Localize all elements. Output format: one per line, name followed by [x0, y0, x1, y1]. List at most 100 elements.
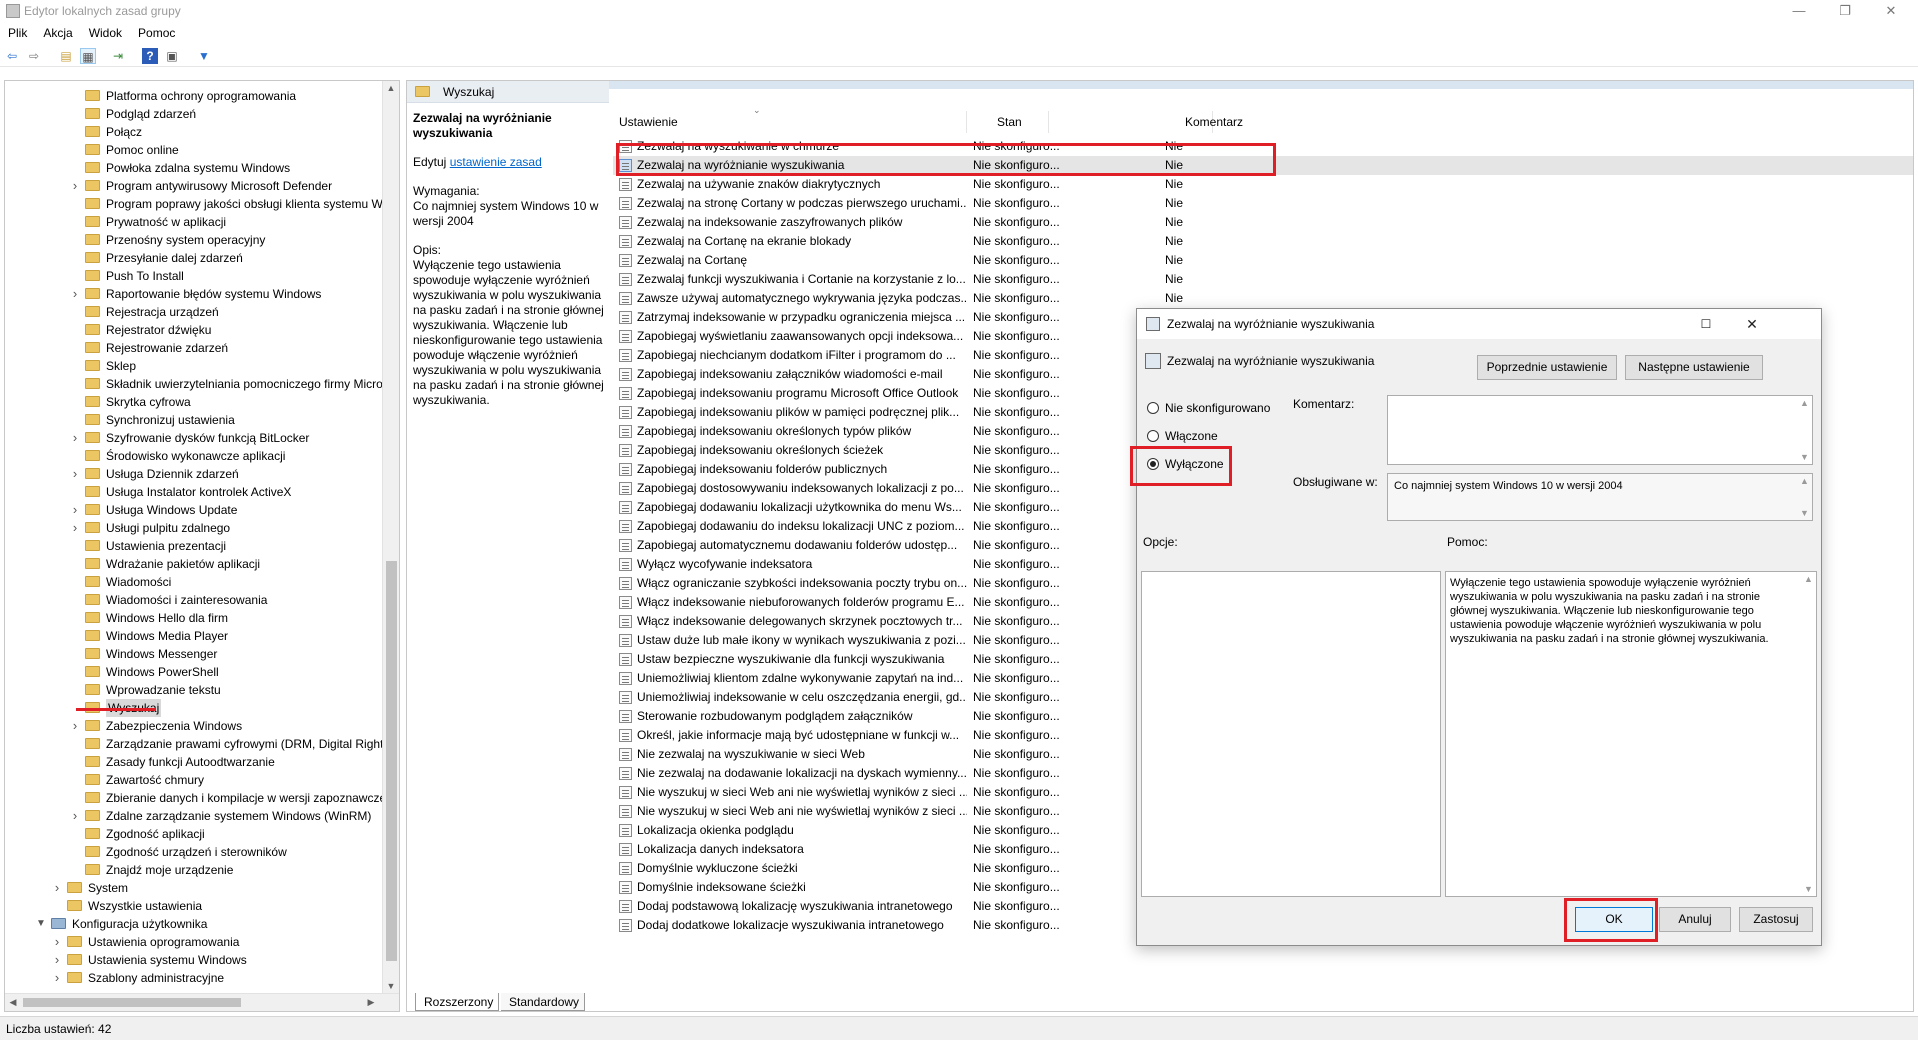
chevron-right-icon[interactable]: › [69, 465, 81, 483]
chevron-right-icon[interactable]: › [69, 807, 81, 825]
menu-view[interactable]: Widok [81, 24, 130, 42]
filter-icon[interactable]: ▼ [196, 48, 212, 64]
tree-item[interactable]: Zgodność urządzeń i sterowników [85, 843, 287, 861]
column-header-setting[interactable]: Ustawienie [613, 111, 967, 133]
help-scrollbar[interactable]: ▲ ▼ [1801, 572, 1816, 896]
close-button[interactable]: ✕ [1868, 0, 1914, 22]
scroll-down-icon[interactable]: ▼ [1801, 884, 1816, 894]
tree-item[interactable]: › Usługa Windows Update [73, 501, 238, 519]
scroll-up-icon[interactable]: ▲ [1801, 574, 1816, 584]
scroll-thumb[interactable] [386, 561, 397, 961]
column-header-comment[interactable]: Komentarz [1049, 111, 1243, 133]
tree-item[interactable]: ▼ Konfiguracja użytkownika [36, 915, 207, 933]
up-folder-icon[interactable]: ▤ [58, 48, 74, 64]
table-row[interactable]: Zawsze używaj automatycznego wykrywania … [613, 289, 1913, 308]
tree-item[interactable]: Zgodność aplikacji [85, 825, 205, 843]
chevron-right-icon[interactable]: › [69, 429, 81, 447]
cancel-button[interactable]: Anuluj [1659, 907, 1731, 932]
tree-item[interactable]: Usługa Instalator kontrolek ActiveX [85, 483, 291, 501]
forward-arrow-icon[interactable]: ⇨ [26, 48, 42, 64]
tree-vertical-scrollbar[interactable]: ▲ ▼ [382, 81, 399, 993]
tree-item[interactable]: › Raportowanie błędów systemu Windows [73, 285, 322, 303]
tree-item[interactable]: Rejestrator dźwięku [85, 321, 211, 339]
tree-item[interactable]: Składnik uwierzytelniania pomocniczego f… [85, 375, 383, 393]
menu-file[interactable]: Plik [0, 24, 35, 42]
comment-scrollbar[interactable]: ▲ ▼ [1797, 396, 1812, 464]
minimize-button[interactable]: — [1776, 0, 1822, 22]
table-row[interactable]: Zezwalaj na używanie znaków diakrytyczny… [613, 175, 1913, 194]
scroll-up-icon[interactable]: ▲ [383, 83, 399, 93]
tree-item[interactable]: Połącz [85, 123, 142, 141]
tree-item[interactable]: › Program antywirusowy Microsoft Defender [73, 177, 332, 195]
table-row[interactable]: Zezwalaj na Cortanę Nie skonfiguro... Nie [613, 251, 1913, 270]
tree-horizontal-scrollbar[interactable]: ◀ ▶ [5, 993, 399, 1011]
supported-scrollbar[interactable]: ▲ ▼ [1797, 474, 1812, 520]
tree-item[interactable]: › Usługi pulpitu zdalnego [73, 519, 230, 537]
table-row[interactable]: Zezwalaj na stronę Cortany w podczas pie… [613, 194, 1913, 213]
tree-item[interactable]: Wiadomości [85, 573, 171, 591]
scroll-right-icon[interactable]: ▶ [363, 997, 379, 1008]
chevron-right-icon[interactable]: › [51, 933, 63, 951]
tree-item[interactable]: Pomoc online [85, 141, 179, 159]
tree-item[interactable]: Zasady funkcji Autoodtwarzanie [85, 753, 275, 771]
tree-item[interactable]: Windows Messenger [85, 645, 217, 663]
tree-item[interactable]: Skrytka cyfrowa [85, 393, 191, 411]
tree-panel[interactable]: Platforma ochrony oprogramowania Podgląd … [4, 80, 400, 1012]
tree-item[interactable]: Synchronizuj ustawienia [85, 411, 235, 429]
tree-item[interactable]: Zawartość chmury [85, 771, 204, 789]
comment-field[interactable]: ▲ ▼ [1387, 395, 1813, 465]
radio-not-configured[interactable]: Nie skonfigurowano [1147, 399, 1277, 417]
tree-item[interactable]: › Ustawienia oprogramowania [55, 933, 240, 951]
tree-item[interactable]: Wdrażanie pakietów aplikacji [85, 555, 260, 573]
tree-item[interactable]: Windows Media Player [85, 627, 228, 645]
tree-item[interactable]: Podgląd zdarzeń [85, 105, 196, 123]
column-header-state[interactable]: Stan [967, 111, 1049, 133]
previous-setting-button[interactable]: Poprzednie ustawienie [1477, 355, 1617, 380]
scroll-down-icon[interactable]: ▼ [1797, 452, 1812, 462]
tree-item[interactable]: Windows PowerShell [85, 663, 219, 681]
chevron-right-icon[interactable]: › [69, 177, 81, 195]
tree-item[interactable]: Sklep [85, 357, 136, 375]
tree-item[interactable]: Platforma ochrony oprogramowania [85, 87, 296, 105]
tree-item[interactable]: Windows Hello dla firm [85, 609, 228, 627]
restore-button[interactable]: ❐ [1822, 0, 1868, 22]
tab-standard[interactable]: Standardowy [501, 993, 585, 1011]
tree-item[interactable]: Push To Install [85, 267, 184, 285]
tree-item[interactable]: Zarządzanie prawami cyfrowymi (DRM, Digi… [85, 735, 389, 753]
chevron-right-icon[interactable]: › [69, 501, 81, 519]
chevron-right-icon[interactable]: › [69, 285, 81, 303]
table-row[interactable]: Zezwalaj na indeksowanie zaszyfrowanych … [613, 213, 1913, 232]
tree-item[interactable]: Wszystkie ustawienia [67, 897, 202, 915]
next-setting-button[interactable]: Następne ustawienie [1625, 355, 1763, 380]
tree-item[interactable]: › Usługa Dziennik zdarzeń [73, 465, 239, 483]
tree-item[interactable]: Rejestracja urządzeń [85, 303, 219, 321]
edit-policy-link[interactable]: ustawienie zasad [450, 155, 542, 169]
scroll-down-icon[interactable]: ▼ [383, 981, 399, 991]
tab-extended[interactable]: Rozszerzony [415, 993, 499, 1011]
tree-item[interactable]: Przenośny system operacyjny [85, 231, 265, 249]
table-row[interactable]: Zezwalaj na Cortanę na ekranie blokady Ni… [613, 232, 1913, 251]
menu-action[interactable]: Akcja [35, 24, 80, 42]
chevron-right-icon[interactable]: › [69, 519, 81, 537]
chevron-right-icon[interactable]: › [69, 717, 81, 735]
tree-item[interactable]: Wprowadzanie tekstu [85, 681, 221, 699]
tree-item[interactable]: Program poprawy jakości obsługi klienta … [85, 195, 385, 213]
tree-item[interactable]: › Zabezpieczenia Windows [73, 717, 242, 735]
radio-circle[interactable] [1147, 430, 1159, 442]
back-arrow-icon[interactable]: ⇦ [4, 48, 20, 64]
tree-item[interactable]: Wiadomości i zainteresowania [85, 591, 267, 609]
scroll-left-icon[interactable]: ◀ [5, 997, 21, 1008]
apply-button[interactable]: Zastosuj [1739, 907, 1813, 932]
radio-circle[interactable] [1147, 402, 1159, 414]
tree-item[interactable]: Powłoka zdalna systemu Windows [85, 159, 290, 177]
menu-help[interactable]: Pomoc [130, 24, 183, 42]
export-list-icon[interactable]: ⇥ [110, 48, 126, 64]
tree-item[interactable]: Znajdź moje urządzenie [85, 861, 233, 879]
dialog-maximize-button[interactable]: ☐ [1683, 309, 1729, 339]
scroll-up-icon[interactable]: ▲ [1797, 476, 1812, 486]
tree-item[interactable]: › Zdalne zarządzanie systemem Windows (Wi… [73, 807, 372, 825]
table-row[interactable]: Zezwalaj funkcji wyszukiwania i Cortanie… [613, 270, 1913, 289]
tree-item[interactable]: Przesyłanie dalej zdarzeń [85, 249, 243, 267]
dialog-close-button[interactable]: ✕ [1729, 309, 1775, 339]
tree-item[interactable]: Ustawienia prezentacji [85, 537, 226, 555]
